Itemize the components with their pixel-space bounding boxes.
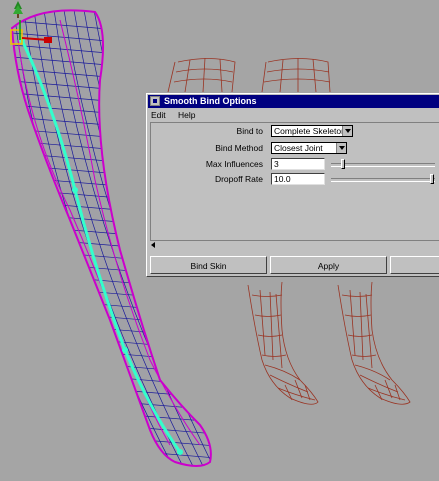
bind-to-label: Bind to xyxy=(236,126,263,136)
dialog-menu-icon[interactable] xyxy=(150,96,160,106)
bind-to-dropdown[interactable]: Complete Skeleton xyxy=(271,125,353,137)
dialog-title: Smooth Bind Options xyxy=(164,96,257,106)
dropoff-rate-slider[interactable] xyxy=(331,173,435,185)
max-influences-field[interactable]: 3 xyxy=(271,158,325,170)
close-button[interactable] xyxy=(390,256,439,274)
dropdown-arrow-icon[interactable] xyxy=(342,126,352,136)
dropoff-rate-slider-thumb[interactable] xyxy=(430,174,434,184)
dropdown-arrow-icon[interactable] xyxy=(336,143,346,153)
bind-method-dropdown[interactable]: Closest Joint xyxy=(271,142,347,154)
bind-method-label: Bind Method xyxy=(215,143,263,153)
bind-to-value: Complete Skeleton xyxy=(274,126,346,136)
title-bar[interactable]: Smooth Bind Options xyxy=(148,95,439,108)
max-influences-slider-thumb[interactable] xyxy=(341,159,345,169)
menu-help[interactable]: Help xyxy=(178,110,195,120)
smooth-bind-options-dialog[interactable]: Smooth Bind Options Edit Help Bind to Co… xyxy=(146,93,439,277)
max-influences-label: Max Influences xyxy=(205,159,263,169)
menu-edit[interactable]: Edit xyxy=(151,110,166,120)
bind-method-value: Closest Joint xyxy=(274,143,323,153)
horizontal-scrollbar[interactable] xyxy=(150,240,439,249)
dropoff-rate-label: Dropoff Rate xyxy=(214,174,263,184)
bind-skin-button[interactable]: Bind Skin xyxy=(150,256,267,274)
menu-bar: Edit Help xyxy=(151,109,206,121)
options-panel: Bind to Complete Skeleton Bind Method Cl… xyxy=(150,122,439,244)
scroll-left-arrow-icon[interactable] xyxy=(151,242,155,248)
apply-button[interactable]: Apply xyxy=(270,256,387,274)
camera-icon[interactable] xyxy=(13,1,23,18)
max-influences-slider[interactable] xyxy=(331,158,435,170)
dropoff-rate-field[interactable]: 10.0 xyxy=(271,173,325,185)
